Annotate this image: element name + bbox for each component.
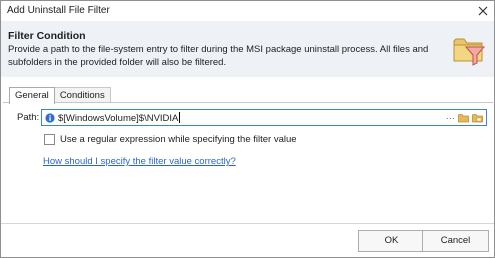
header-panel: Filter Condition Provide a path to the f… <box>1 21 494 77</box>
folder-filter-icon <box>452 32 486 66</box>
regex-checkbox-label[interactable]: Use a regular expression while specifyin… <box>60 134 297 145</box>
ok-button[interactable]: OK <box>358 230 425 252</box>
tab-conditions[interactable]: Conditions <box>53 87 111 103</box>
close-icon[interactable] <box>476 4 490 18</box>
path-label: Path: <box>17 112 40 123</box>
browse-file-icon[interactable] <box>472 113 483 123</box>
path-input[interactable]: $[WindowsVolume]$\NVIDIA … <box>41 109 487 126</box>
help-link[interactable]: How should I specify the filter value co… <box>43 156 236 167</box>
title-bar[interactable]: Add Uninstall File Filter <box>1 1 494 21</box>
path-value-text: $[WindowsVolume]$\NVIDIA <box>58 113 179 124</box>
footer-divider <box>1 223 494 224</box>
regex-checkbox[interactable] <box>44 134 55 145</box>
browse-folder-icon[interactable] <box>458 113 469 123</box>
tab-strip: General Conditions <box>9 87 111 104</box>
header-description: Provide a path to the file-system entry … <box>8 44 429 68</box>
info-icon <box>45 113 55 126</box>
path-value: $[WindowsVolume]$\NVIDIA <box>58 112 181 124</box>
tab-general[interactable]: General <box>9 87 55 104</box>
header-title: Filter Condition <box>8 30 86 42</box>
browse-ellipsis-button[interactable]: … <box>446 111 455 122</box>
dialog-window: Add Uninstall File Filter Filter Conditi… <box>0 0 495 258</box>
text-caret <box>179 112 181 123</box>
cancel-button[interactable]: Cancel <box>422 230 489 252</box>
window-title: Add Uninstall File Filter <box>7 5 110 16</box>
